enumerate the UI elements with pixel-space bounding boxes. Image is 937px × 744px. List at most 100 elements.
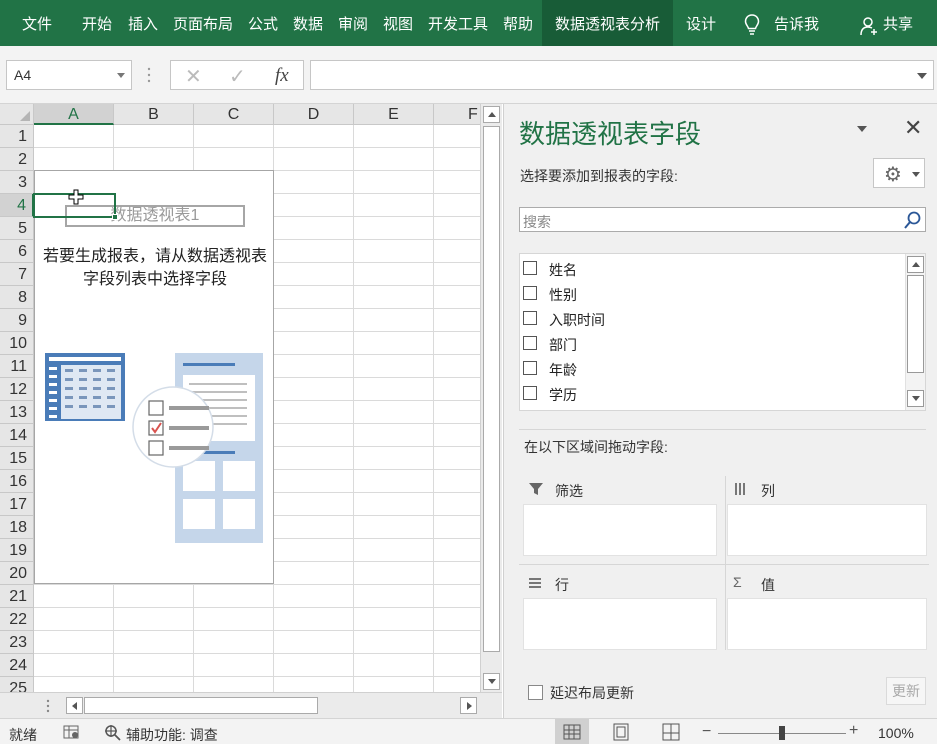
field-checkbox[interactable] bbox=[523, 361, 537, 375]
enter-icon[interactable]: ✓ bbox=[229, 64, 246, 89]
update-button[interactable]: 更新 bbox=[886, 677, 926, 705]
worksheet-grid[interactable]: A B C D E F 1 2 3 4 5 6 7 8 9 10 11 12 13 14 15 16 17 18 1… bbox=[0, 104, 480, 692]
tab-data[interactable]: 数据 bbox=[293, 0, 323, 46]
row-header[interactable]: 1 bbox=[0, 125, 34, 148]
column-header[interactable]: C bbox=[194, 104, 274, 125]
sheet-horizontal-scrollbar[interactable] bbox=[0, 692, 502, 718]
row-header[interactable]: 25 bbox=[0, 677, 34, 692]
insert-function-button[interactable]: fx bbox=[275, 65, 289, 87]
tab-pivottable-analyze[interactable]: 数据透视表分析 bbox=[542, 0, 673, 46]
scroll-thumb[interactable] bbox=[84, 697, 318, 714]
row-header[interactable]: 22 bbox=[0, 608, 34, 631]
tell-me-search[interactable]: 告诉我 bbox=[774, 0, 819, 46]
column-header[interactable]: F bbox=[434, 104, 480, 125]
scroll-left-button[interactable] bbox=[66, 697, 83, 714]
lightbulb-icon[interactable] bbox=[744, 14, 760, 36]
row-header[interactable]: 13 bbox=[0, 401, 34, 424]
tab-review[interactable]: 审阅 bbox=[338, 0, 368, 46]
row-header[interactable]: 17 bbox=[0, 493, 34, 516]
row-header[interactable]: 9 bbox=[0, 309, 34, 332]
scroll-up-button[interactable] bbox=[907, 256, 924, 273]
tab-help[interactable]: 帮助 bbox=[503, 0, 533, 46]
row-header[interactable]: 19 bbox=[0, 539, 34, 562]
field-list-scrollbar[interactable] bbox=[905, 254, 925, 410]
row-header[interactable]: 20 bbox=[0, 562, 34, 585]
page-break-view-icon[interactable] bbox=[654, 719, 688, 744]
pivot-table-placeholder[interactable]: 数据透视表1 若要生成报表，请从数据透视表字段列表中选择字段 bbox=[34, 170, 274, 584]
select-all-button[interactable] bbox=[0, 104, 34, 125]
columns-drop-area[interactable] bbox=[727, 504, 927, 556]
row-header[interactable]: 23 bbox=[0, 631, 34, 654]
field-checkbox[interactable] bbox=[523, 386, 537, 400]
zoom-out-button[interactable]: − bbox=[702, 723, 711, 741]
tab-page-layout[interactable]: 页面布局 bbox=[173, 0, 233, 46]
scroll-right-button[interactable] bbox=[460, 697, 477, 714]
search-icon[interactable] bbox=[903, 210, 923, 230]
share-person-icon[interactable] bbox=[860, 16, 878, 36]
close-icon[interactable]: ✕ bbox=[904, 115, 922, 141]
drag-handle-icon[interactable] bbox=[147, 66, 151, 84]
row-header[interactable]: 5 bbox=[0, 217, 34, 240]
row-header[interactable]: 11 bbox=[0, 355, 34, 378]
expand-formula-bar-icon[interactable] bbox=[917, 73, 927, 79]
field-checkbox[interactable] bbox=[523, 261, 537, 275]
column-header[interactable]: A bbox=[34, 104, 114, 125]
row-header[interactable]: 16 bbox=[0, 470, 34, 493]
zoom-level[interactable]: 100% bbox=[878, 725, 914, 741]
filters-drop-area[interactable] bbox=[523, 504, 717, 556]
accessibility-icon[interactable] bbox=[104, 723, 122, 741]
scroll-thumb[interactable] bbox=[907, 275, 924, 373]
tab-insert[interactable]: 插入 bbox=[128, 0, 158, 46]
row-header[interactable]: 6 bbox=[0, 240, 34, 263]
tab-file[interactable]: 文件 bbox=[22, 0, 52, 46]
cancel-icon[interactable]: ✕ bbox=[185, 64, 202, 89]
field-checkbox[interactable] bbox=[523, 336, 537, 350]
values-drop-area[interactable] bbox=[727, 598, 927, 650]
row-header[interactable]: 18 bbox=[0, 516, 34, 539]
column-header[interactable]: D bbox=[274, 104, 354, 125]
zoom-in-button[interactable]: + bbox=[849, 722, 858, 740]
row-header[interactable]: 7 bbox=[0, 263, 34, 286]
macro-record-icon[interactable] bbox=[63, 725, 79, 739]
row-header[interactable]: 21 bbox=[0, 585, 34, 608]
tab-design[interactable]: 设计 bbox=[686, 0, 716, 46]
row-header[interactable]: 3 bbox=[0, 171, 34, 194]
row-header[interactable]: 10 bbox=[0, 332, 34, 355]
tab-view[interactable]: 视图 bbox=[383, 0, 413, 46]
normal-view-icon[interactable] bbox=[555, 719, 589, 744]
page-layout-view-icon[interactable] bbox=[604, 719, 638, 744]
chevron-down-icon[interactable] bbox=[117, 73, 125, 78]
row-header[interactable]: 8 bbox=[0, 286, 34, 309]
row-header[interactable]: 14 bbox=[0, 424, 34, 447]
pane-options-chevron-icon[interactable] bbox=[857, 126, 867, 132]
defer-checkbox[interactable] bbox=[528, 685, 543, 700]
scroll-down-button[interactable] bbox=[907, 390, 924, 407]
column-header[interactable]: E bbox=[354, 104, 434, 125]
zoom-slider-thumb[interactable] bbox=[779, 726, 785, 740]
row-header[interactable]: 24 bbox=[0, 654, 34, 677]
field-search-input[interactable]: 搜索 bbox=[519, 207, 926, 232]
accessibility-status[interactable]: 辅助功能: 调查 bbox=[126, 725, 218, 744]
scroll-down-button[interactable] bbox=[483, 673, 500, 690]
tools-button[interactable]: ⚙ bbox=[873, 158, 925, 188]
column-header[interactable]: B bbox=[114, 104, 194, 125]
tab-developer[interactable]: 开发工具 bbox=[428, 0, 488, 46]
formula-input[interactable] bbox=[310, 60, 934, 90]
name-box[interactable]: A4 bbox=[6, 60, 132, 90]
rows-drop-area[interactable] bbox=[523, 598, 717, 650]
tab-home[interactable]: 开始 bbox=[82, 0, 112, 46]
scroll-thumb[interactable] bbox=[483, 126, 500, 652]
row-header[interactable]: 15 bbox=[0, 447, 34, 470]
tab-formulas[interactable]: 公式 bbox=[248, 0, 278, 46]
row-header[interactable]: 12 bbox=[0, 378, 34, 401]
field-checkbox[interactable] bbox=[523, 286, 537, 300]
gear-icon: ⚙ bbox=[884, 164, 902, 186]
scroll-up-button[interactable] bbox=[483, 106, 500, 123]
row-header[interactable]: 2 bbox=[0, 148, 34, 171]
field-checkbox[interactable] bbox=[523, 311, 537, 325]
fill-handle[interactable] bbox=[112, 214, 118, 220]
share-button[interactable]: 共享 bbox=[883, 0, 913, 46]
row-header[interactable]: 4 bbox=[0, 194, 34, 217]
drag-handle-icon[interactable] bbox=[46, 699, 50, 713]
sheet-vertical-scrollbar[interactable] bbox=[480, 104, 502, 692]
